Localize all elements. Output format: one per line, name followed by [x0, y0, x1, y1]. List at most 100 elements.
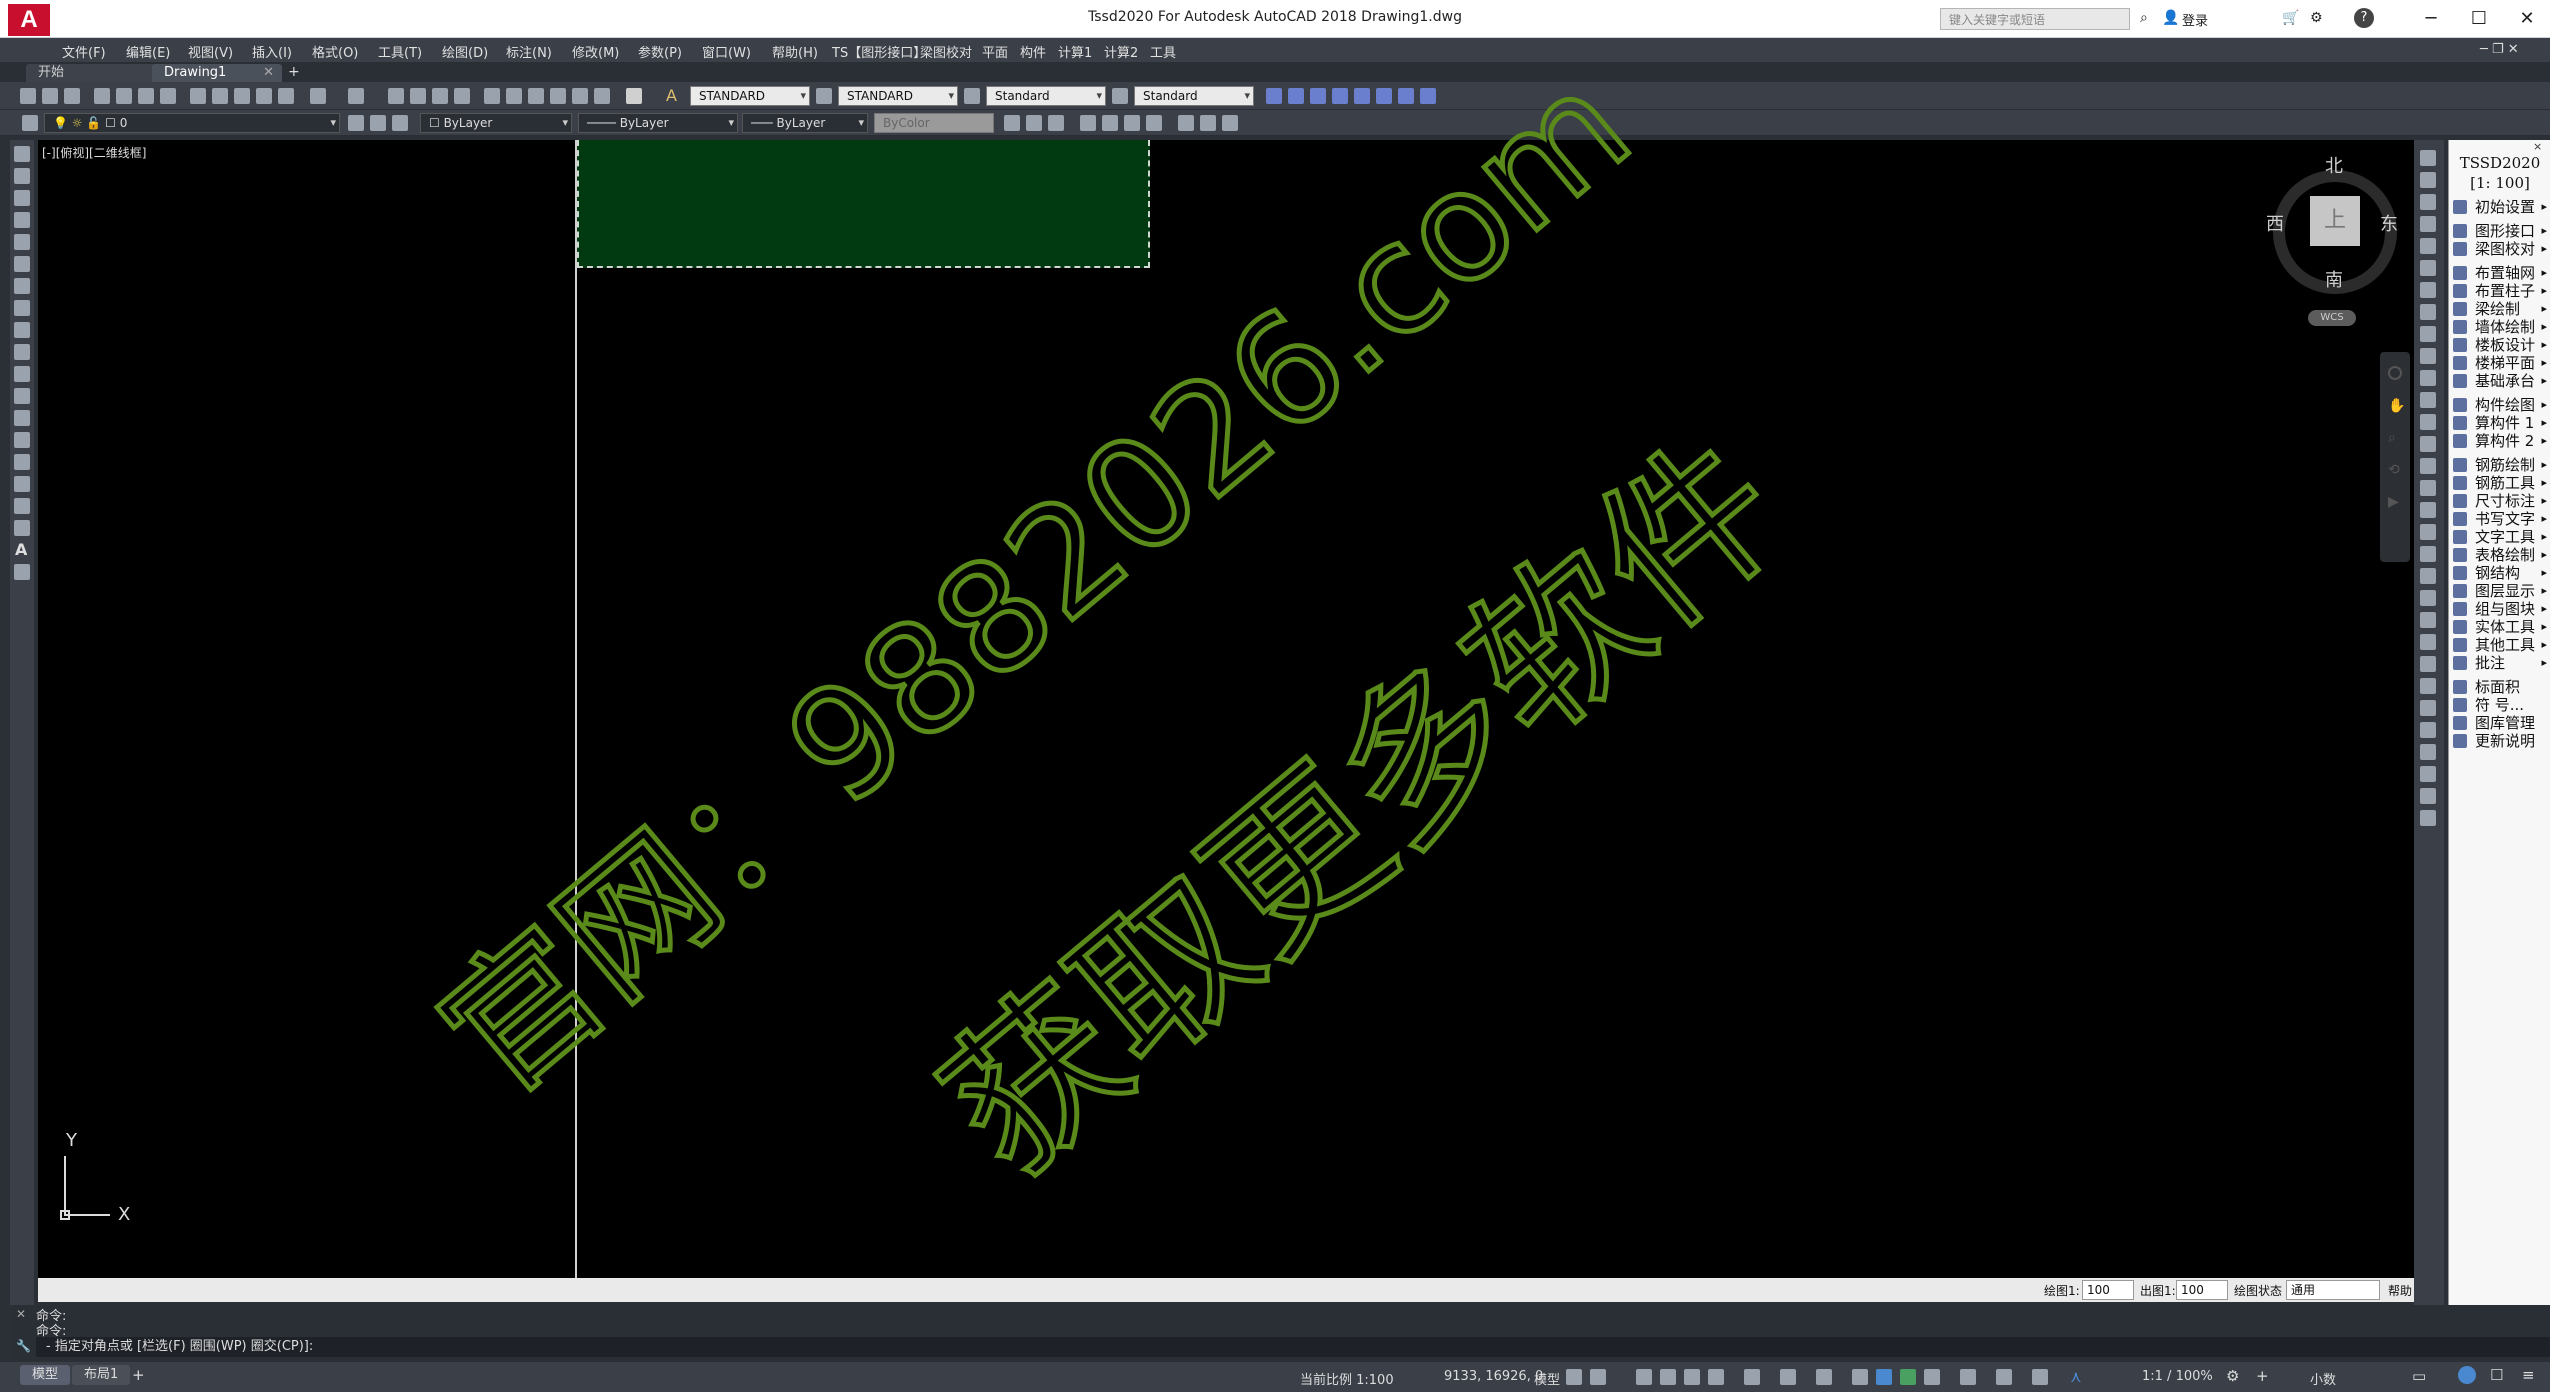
- zoom-window-icon[interactable]: [432, 88, 448, 104]
- layer-state-icon[interactable]: [392, 115, 408, 131]
- compass-south[interactable]: 南: [2325, 266, 2343, 292]
- menu-modify[interactable]: 修改(M): [572, 42, 619, 61]
- annotation-scale-select[interactable]: 1:1 / 100%: [2142, 1369, 2213, 1384]
- help-button[interactable]: ?: [2354, 8, 2374, 28]
- help-icon[interactable]: [626, 88, 642, 104]
- add-selected-icon[interactable]: [14, 564, 30, 580]
- menu-draw[interactable]: 绘图(D): [442, 42, 488, 61]
- dim-style-select[interactable]: STANDARD ▾: [838, 86, 958, 106]
- ortho-icon[interactable]: [1684, 1369, 1700, 1385]
- tssd-menu-item[interactable]: 批注 ▸: [2453, 654, 2549, 672]
- tssd-menu-item[interactable]: 布置轴网 ▸: [2453, 264, 2549, 282]
- wcs-menu[interactable]: WCS: [2308, 310, 2356, 326]
- layer-previous-icon[interactable]: [370, 115, 386, 131]
- tssd-tool-7-icon[interactable]: [1398, 88, 1414, 104]
- point-icon[interactable]: [14, 432, 30, 448]
- tssd-layer-1-icon[interactable]: [1004, 115, 1020, 131]
- line-icon[interactable]: [14, 146, 30, 162]
- tssd-strip-20-icon[interactable]: [2420, 568, 2436, 584]
- tssd-menu-item[interactable]: 尺寸标注 ▸: [2453, 492, 2549, 510]
- tssd-layer-9-icon[interactable]: [1200, 115, 1216, 131]
- menu-parametric[interactable]: 参数(P): [638, 42, 682, 61]
- menu-view[interactable]: 视图(V): [188, 42, 233, 61]
- tssd-menu-item[interactable]: 图层显示 ▸: [2453, 582, 2549, 600]
- tssd-menu-item[interactable]: 表格绘制 ▸: [2453, 546, 2549, 564]
- tool-palettes-icon[interactable]: [528, 88, 544, 104]
- tssd-menu-item[interactable]: 算构件 2 ▸: [2453, 432, 2549, 450]
- tssd-menu-item[interactable]: 初始设置 ▸: [2453, 198, 2549, 216]
- tssd-strip-12-icon[interactable]: [2420, 392, 2436, 408]
- object-snap-tracking-icon[interactable]: [1780, 1369, 1796, 1385]
- open-icon[interactable]: [42, 88, 58, 104]
- tssd-menu-item[interactable]: 钢筋绘制 ▸: [2453, 456, 2549, 474]
- selection-cycling-icon[interactable]: [1900, 1369, 1916, 1385]
- drawing-canvas[interactable]: [-][俯视][二维线框] 上 北 南 东 西 WCS ✋ ⌕ ⟲ ▶ Y X: [38, 140, 2416, 1278]
- rectangle-icon[interactable]: [14, 234, 30, 250]
- zoom-extents-icon[interactable]: ⌕: [2388, 430, 2396, 446]
- design-center-icon[interactable]: [506, 88, 522, 104]
- zoom-previous-icon[interactable]: [454, 88, 470, 104]
- copy-icon[interactable]: [212, 88, 228, 104]
- tssd-tool-8-icon[interactable]: [1420, 88, 1436, 104]
- tssd-menu-item[interactable]: 墙体绘制 ▸: [2453, 318, 2549, 336]
- lineweight-select[interactable]: ─── ByLayer ▾: [742, 113, 868, 133]
- make-block-icon[interactable]: [14, 410, 30, 426]
- tssd-strip-28-icon[interactable]: [2420, 744, 2436, 760]
- compass-east[interactable]: 东: [2380, 210, 2398, 236]
- menu-beam-check[interactable]: 梁图校对: [920, 42, 972, 61]
- tssd-menu-item[interactable]: 基础承台 ▸: [2453, 372, 2549, 390]
- scale-help-button[interactable]: 帮助: [2388, 1282, 2412, 1299]
- text-style-select[interactable]: STANDARD ▾: [690, 86, 810, 106]
- tssd-strip-21-icon[interactable]: [2420, 590, 2436, 606]
- menu-edit[interactable]: 编辑(E): [126, 42, 170, 61]
- isodraft-icon[interactable]: [1744, 1369, 1760, 1385]
- tssd-layer-7-icon[interactable]: [1146, 115, 1162, 131]
- tssd-strip-29-icon[interactable]: [2420, 766, 2436, 782]
- object-snap-icon[interactable]: [1816, 1369, 1832, 1385]
- tssd-strip-1-icon[interactable]: [2420, 150, 2436, 166]
- region-icon[interactable]: [14, 498, 30, 514]
- tssd-strip-7-icon[interactable]: [2420, 282, 2436, 298]
- spline-icon[interactable]: [14, 322, 30, 338]
- tssd-strip-27-icon[interactable]: [2420, 722, 2436, 738]
- tab-close-icon[interactable]: ✕: [263, 64, 274, 82]
- menu-file[interactable]: 文件(F): [62, 42, 106, 61]
- close-button[interactable]: ✕: [2504, 4, 2550, 34]
- infer-constraints-icon[interactable]: [1636, 1369, 1652, 1385]
- tssd-tool-2-icon[interactable]: [1288, 88, 1304, 104]
- tssd-strip-14-icon[interactable]: [2420, 436, 2436, 452]
- tssd-strip-2-icon[interactable]: [2420, 172, 2436, 188]
- undo-icon[interactable]: [310, 88, 326, 104]
- ellipse-icon[interactable]: [14, 344, 30, 360]
- tab-drawing1[interactable]: Drawing1 ✕: [152, 64, 282, 82]
- dynamic-input-icon[interactable]: [1660, 1369, 1676, 1385]
- insert-block-icon[interactable]: [14, 388, 30, 404]
- tssd-strip-8-icon[interactable]: [2420, 304, 2436, 320]
- tssd-strip-11-icon[interactable]: [2420, 370, 2436, 386]
- tssd-layer-8-icon[interactable]: [1178, 115, 1194, 131]
- tab-start[interactable]: 开始: [26, 64, 156, 82]
- 3dprint-icon[interactable]: [160, 88, 176, 104]
- match-properties-icon[interactable]: [256, 88, 272, 104]
- transparency-icon[interactable]: [1876, 1369, 1892, 1385]
- annotation-monitor-icon[interactable]: +: [2256, 1367, 2269, 1385]
- tssd-layer-2-icon[interactable]: [1026, 115, 1042, 131]
- pan-nav-icon[interactable]: ✋: [2388, 398, 2405, 414]
- tssd-menu-item[interactable]: 符 号...: [2453, 696, 2549, 714]
- selection-filter-icon[interactable]: [1996, 1369, 2012, 1385]
- tssd-strip-17-icon[interactable]: [2420, 502, 2436, 518]
- tssd-strip-9-icon[interactable]: [2420, 326, 2436, 342]
- multiline-text-icon[interactable]: A: [15, 540, 27, 559]
- plotstyle-select[interactable]: ByColor: [874, 113, 994, 133]
- menu-calc1[interactable]: 计算1: [1058, 42, 1092, 61]
- cart-icon[interactable]: 🛒: [2282, 10, 2299, 26]
- tssd-menu-item[interactable]: 标面积: [2453, 678, 2549, 696]
- markup-icon[interactable]: [572, 88, 588, 104]
- tab-model[interactable]: 模型: [20, 1365, 71, 1385]
- tssd-menu-item[interactable]: 构件绘图 ▸: [2453, 396, 2549, 414]
- command-input[interactable]: - 指定对角点或 [栏选(F) 圈围(WP) 圈交(CP)]:: [36, 1337, 2550, 1357]
- print-icon[interactable]: [94, 88, 110, 104]
- tssd-layer-10-icon[interactable]: [1222, 115, 1238, 131]
- login-button[interactable]: 登录: [2182, 10, 2208, 29]
- orbit-icon[interactable]: ⟲: [2388, 462, 2400, 478]
